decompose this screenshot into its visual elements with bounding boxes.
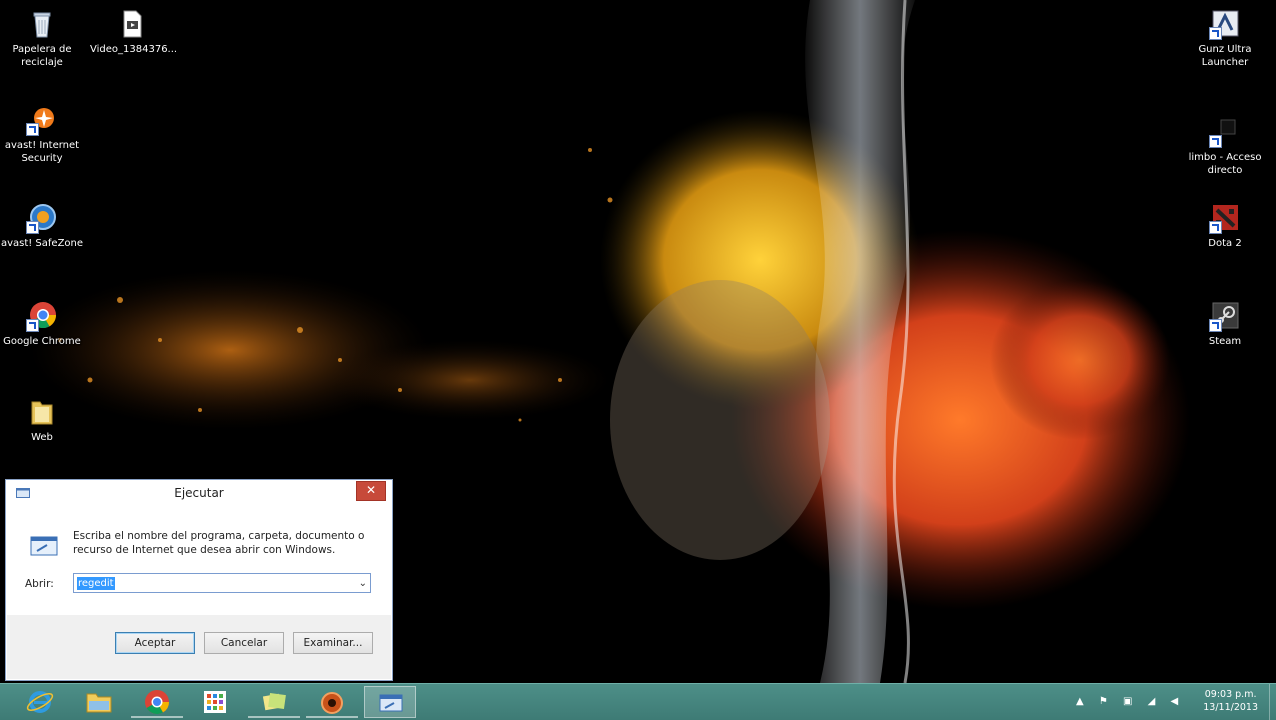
desktop-icon-label: avast! SafeZone [0,238,84,249]
dota2-icon [1209,202,1241,234]
cancelar-button[interactable]: Cancelar [204,632,284,654]
desktop-icon-web-folder[interactable]: Web [0,396,84,444]
desktop-icon-google-chrome[interactable]: Google Chrome [0,300,84,348]
desktop-icon-avast-safezone[interactable]: avast! SafeZone [0,202,84,250]
file-explorer-icon [86,693,112,713]
tray-icons[interactable]: ▲ ⚑ ▣ ◢ ◀ [1076,696,1184,707]
examinar-button[interactable]: Examinar... [293,632,373,654]
clock-time: 09:03 p.m. [1204,689,1257,700]
shortcut-arrow-icon [1209,27,1222,40]
shortcut-arrow-icon [26,319,39,332]
desktop-icon-steam[interactable]: Steam [1183,300,1267,348]
limbo-icon [1209,116,1241,148]
run-dialog-body: Escriba el nombre del programa, carpeta,… [7,509,391,615]
abrir-combobox[interactable]: regedit ⌄ [73,573,371,593]
desktop-icon-label: Gunz Ultra Launcher [1198,44,1252,68]
run-dialog: Ejecutar ✕ Escriba el nombre del program… [5,479,393,681]
clock-date: 13/11/2013 [1203,702,1258,713]
system-tray: ▲ ⚑ ▣ ◢ ◀ 09:03 p.m. 13/11/2013 [1076,684,1276,720]
chrome-icon [145,690,169,715]
taskbar-button-media-app[interactable] [306,686,358,718]
taskbar-button-apps[interactable] [189,686,241,718]
desktop-icon-gunz-ultra-launcher[interactable]: Gunz Ultra Launcher [1183,8,1267,69]
desktop-icon-avast-internet-security[interactable]: avast! Internet Security [0,104,84,165]
taskbar-button-run[interactable] [364,686,416,718]
run-window-icon [379,694,403,712]
chrome-icon [26,300,58,332]
internet-explorer-icon [26,691,54,713]
shortcut-arrow-icon [1209,135,1222,148]
run-dialog-description: Escriba el nombre del programa, carpeta,… [73,530,365,556]
shortcut-arrow-icon [1209,319,1222,332]
shortcut-arrow-icon [1209,221,1222,234]
clock[interactable]: 09:03 p.m. 13/11/2013 [1203,688,1258,714]
shortcut-arrow-icon [26,221,39,234]
video-file-icon [116,8,148,40]
desktop-icon-limbo[interactable]: limbo - Acceso directo [1183,116,1267,177]
taskbar: ▲ ⚑ ▣ ◢ ◀ 09:03 p.m. 13/11/2013 [0,683,1276,720]
run-dialog-titlebar[interactable]: Ejecutar ✕ [6,480,392,508]
desktop-icon-label: Papelera de reciclaje [12,44,72,68]
aceptar-button[interactable]: Aceptar [115,632,195,654]
avast-icon [26,104,58,136]
sticky-notes-icon [262,692,286,711]
run-dialog-title: Ejecutar [174,486,224,500]
gunz-launcher-icon [1209,8,1241,40]
shortcut-arrow-icon [26,123,39,136]
desktop-icon-label: Steam [1208,336,1242,347]
close-button[interactable]: ✕ [356,481,386,501]
desktop-icon-label: Web [31,432,53,443]
taskbar-button-chrome[interactable] [131,686,183,718]
run-program-icon [30,536,58,556]
avast-safezone-icon [26,202,58,234]
media-app-icon [321,692,343,714]
show-desktop-button[interactable] [1269,684,1276,720]
desktop-icon-recycle-bin[interactable]: Papelera de reciclaje [0,8,84,69]
desktop-icon-label: limbo - Acceso directo [1188,152,1262,176]
steam-icon [1209,300,1241,332]
desktop: Papelera de reciclaje Video_1384376... a… [0,0,1276,683]
desktop-icon-video-file[interactable]: Video_1384376... [90,8,178,56]
chevron-down-icon[interactable]: ⌄ [359,577,367,590]
taskbar-button-sticky-notes[interactable] [248,686,300,718]
desktop-icon-label: Google Chrome [3,336,81,347]
desktop-icon-label: avast! Internet Security [4,140,80,164]
run-dialog-footer: Aceptar Cancelar Examinar... [7,615,391,679]
folder-icon [26,396,58,428]
abrir-input-value[interactable]: regedit [77,577,115,590]
abrir-label: Abrir: [25,578,54,590]
taskbar-button-file-explorer[interactable] [73,686,125,718]
desktop-icon-label: Video_1384376... [90,44,178,55]
desktop-icon-label: Dota 2 [1208,238,1242,249]
recycle-bin-icon [26,8,58,40]
desktop-icon-dota-2[interactable]: Dota 2 [1183,202,1267,250]
apps-grid-icon [204,691,226,713]
taskbar-button-internet-explorer[interactable] [14,686,66,718]
